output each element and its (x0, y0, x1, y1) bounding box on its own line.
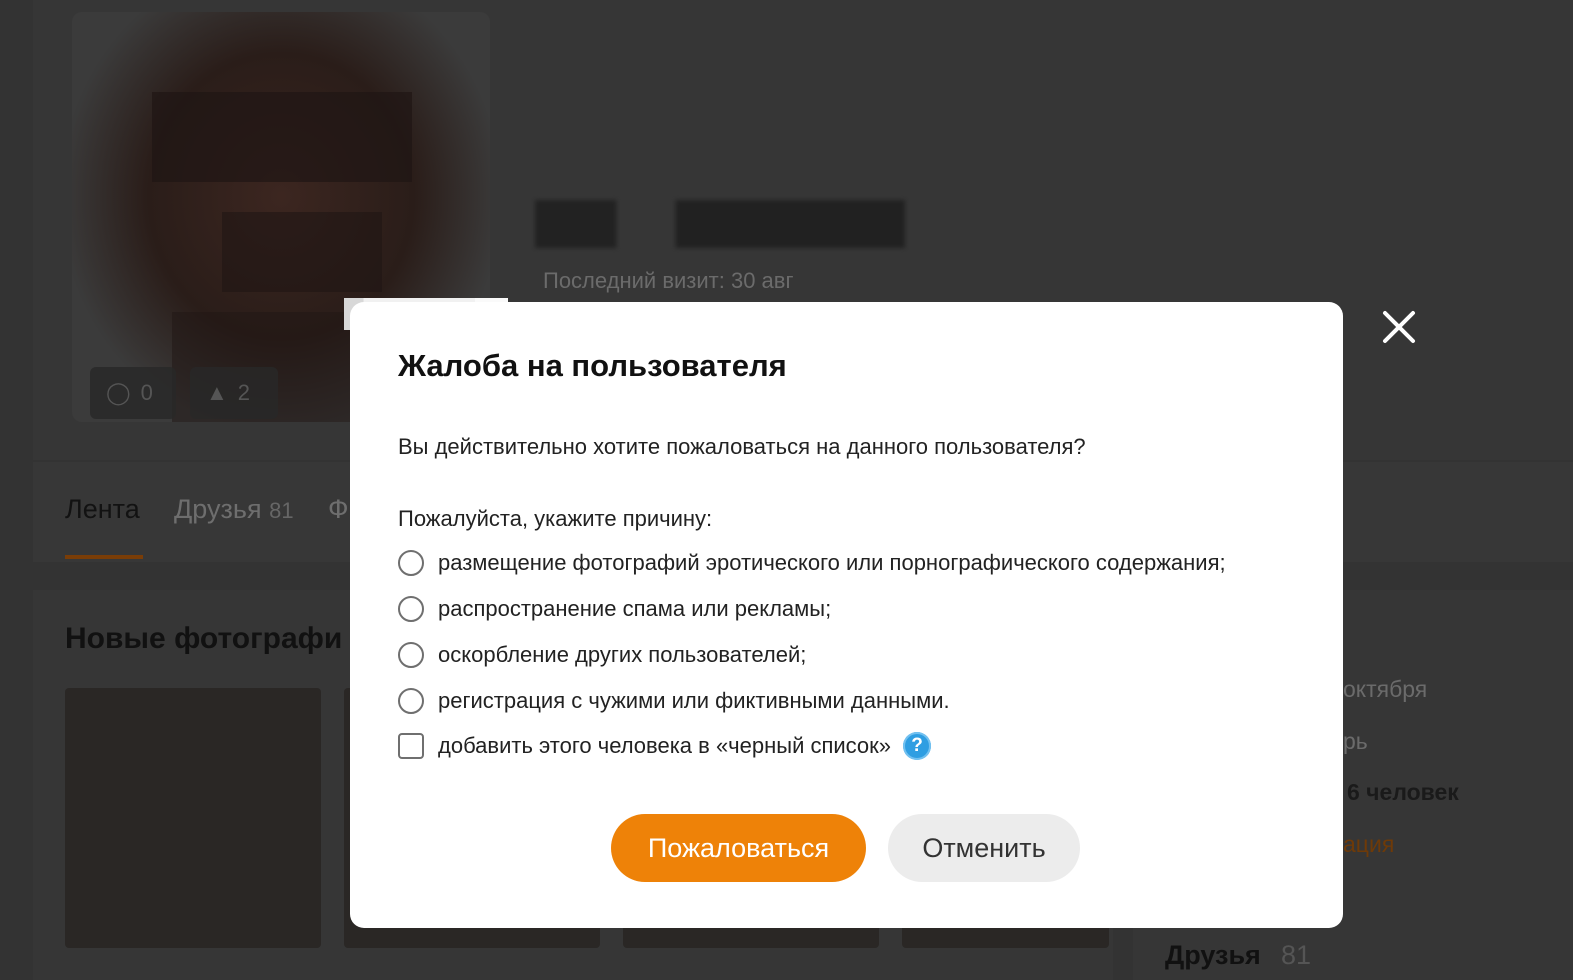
reason-option-insult[interactable]: оскорбление других пользователей; (398, 642, 806, 668)
reason-radio[interactable] (398, 596, 424, 622)
reason-option-fake-data[interactable]: регистрация с чужими или фиктивными данн… (398, 688, 950, 714)
page: ◯ 0 ▲ 2 Последний визит: 30 авг Лента Др… (0, 0, 1573, 980)
profile-name-blurred (535, 200, 905, 248)
tab-friends-label: Друзья (174, 494, 262, 524)
cancel-button[interactable]: Отменить (888, 814, 1080, 882)
close-button[interactable] (1378, 306, 1420, 348)
tab-feed-label: Лента (65, 494, 140, 524)
side-info-line: рь (1343, 728, 1368, 754)
reason-prompt: Пожалуйста, укажите причину: (398, 506, 713, 531)
reason-label: распространение спама или рекламы; (438, 596, 832, 621)
active-tab-underline (65, 555, 143, 559)
blacklist-checkbox[interactable] (398, 733, 424, 759)
tab-friends[interactable]: Друзья 81 (174, 494, 294, 525)
tab-friends-count: 81 (269, 498, 294, 523)
dialog-question: Вы действительно хотите пожаловаться на … (398, 434, 1086, 459)
blacklist-option[interactable]: добавить этого человека в «черный список… (398, 732, 932, 760)
thumbs-up-icon: ▲ (206, 380, 228, 405)
report-button[interactable]: Пожаловаться (611, 814, 866, 882)
reason-label: регистрация с чужими или фиктивными данн… (438, 688, 950, 713)
comment-icon: ◯ (106, 380, 131, 405)
reason-radio[interactable] (398, 550, 424, 576)
help-icon[interactable]: ? (903, 732, 932, 760)
reason-label: оскорбление других пользователей; (438, 642, 807, 667)
tab-photos[interactable]: Ф (328, 494, 349, 525)
dialog-title: Жалоба на пользователя (398, 348, 787, 383)
last-visit: Последний визит: 30 авг (543, 268, 794, 293)
reason-radio[interactable] (398, 642, 424, 668)
reason-label: размещение фотографий эротического или п… (438, 550, 1226, 575)
side-info-link[interactable]: ация (1343, 831, 1394, 858)
avatar-likes-stat[interactable]: ▲ 2 (190, 367, 278, 419)
tab-photos-label: Ф (328, 494, 349, 524)
reason-option-spam[interactable]: распространение спама или рекламы; (398, 596, 831, 622)
new-photos-title: Новые фотографи (65, 622, 343, 655)
side-info-count: 6 человек (1347, 779, 1459, 805)
report-user-dialog: Жалоба на пользователя Вы действительно … (350, 302, 1343, 928)
reason-radio[interactable] (398, 688, 424, 714)
avatar-likes-count: 2 (237, 380, 251, 405)
friends-label[interactable]: Друзья (1165, 940, 1261, 971)
avatar-comments-count: 0 (140, 380, 153, 405)
side-info-birthday: октября (1343, 676, 1428, 702)
blacklist-label: добавить этого человека в «черный список… (438, 733, 892, 758)
reason-option-erotic[interactable]: размещение фотографий эротического или п… (398, 550, 1226, 576)
friends-count: 81 (1281, 940, 1312, 970)
photo-thumbnail[interactable] (65, 688, 321, 948)
tab-feed[interactable]: Лента (65, 494, 140, 525)
avatar-comments-stat[interactable]: ◯ 0 (90, 367, 176, 419)
close-icon (1383, 311, 1415, 343)
